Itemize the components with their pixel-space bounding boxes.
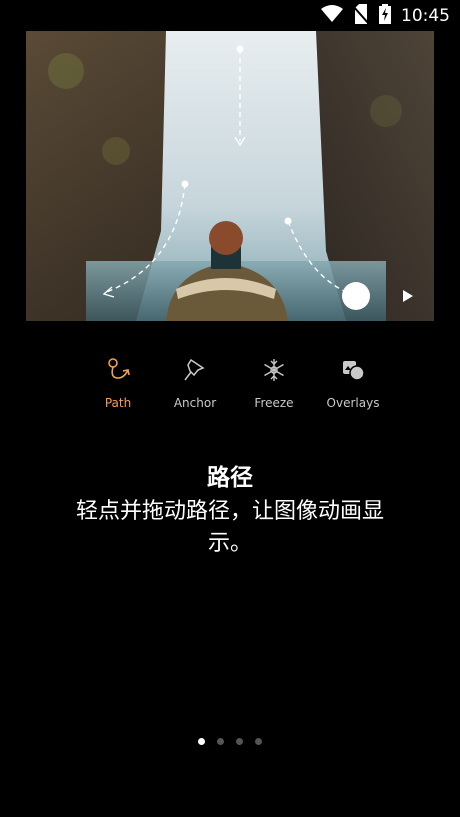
- onboarding-description: 轻点并拖动路径，让图像动画显示。: [75, 499, 384, 556]
- tab-anchor-label: Anchor: [173, 396, 217, 410]
- tab-path[interactable]: Path: [78, 348, 158, 410]
- page-dot-2: [217, 738, 224, 745]
- status-bar: 10:45: [0, 0, 460, 30]
- hero-image: [26, 31, 434, 321]
- page-dot-3: [236, 738, 243, 745]
- page-indicator: [0, 738, 460, 745]
- overlays-icon: [313, 348, 393, 392]
- tab-anchor[interactable]: Anchor: [155, 348, 235, 410]
- tab-overlays-label: Overlays: [326, 396, 380, 410]
- status-time: 10:45: [401, 6, 450, 26]
- onboarding-title: 路径: [207, 465, 253, 491]
- tool-tabs: Path Anchor Freeze Overlays: [0, 348, 460, 428]
- play-icon[interactable]: [402, 289, 414, 303]
- no-sim-icon: [352, 4, 370, 28]
- tab-freeze-label: Freeze: [254, 396, 294, 410]
- tab-freeze[interactable]: Freeze: [234, 348, 314, 410]
- page-dot-1: [198, 738, 205, 745]
- snowflake-icon: [234, 348, 314, 392]
- battery-charging-icon: [379, 4, 391, 28]
- tab-overlays[interactable]: Overlays: [313, 348, 393, 410]
- anchor-pin-icon: [155, 348, 235, 392]
- tab-path-label: Path: [104, 396, 132, 410]
- page-dot-4: [255, 738, 262, 745]
- path-icon: [78, 348, 158, 392]
- wifi-icon: [321, 5, 343, 27]
